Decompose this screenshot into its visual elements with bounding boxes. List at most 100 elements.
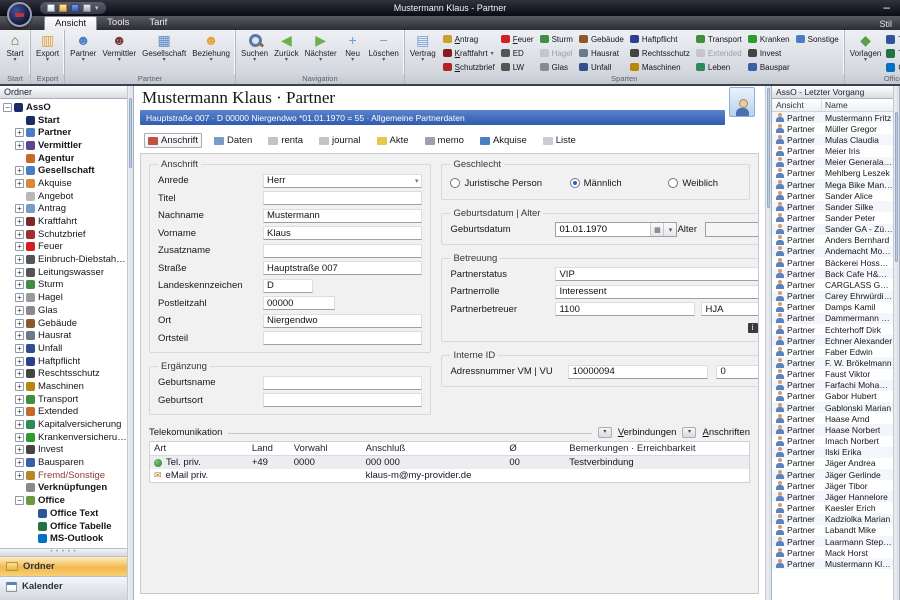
tree-item-office-tabelle[interactable]: Office Tabelle [0,520,127,533]
list-item-mehlberg-leszek[interactable]: PartnerMehlberg Leszek [772,168,893,179]
tree-item-hausrat[interactable]: +Hausrat [0,329,127,342]
list-item-mustermann-fritz[interactable]: PartnerMustermann Fritz [772,112,893,123]
verbindungen-dropdown-icon[interactable]: ▾ [598,427,612,438]
button-tabellen[interactable]: Tabellen [886,46,900,60]
tree-item-angebot[interactable]: Angebot [0,190,127,203]
list-item-laarmann-stephan[interactable]: PartnerLaarmann Stephan [772,536,893,547]
ortsteil-input[interactable] [263,331,422,345]
list-item-meier-generalagentu[interactable]: PartnerMeier Generalagentu... [772,157,893,168]
tree-item-ms-outlook[interactable]: MS-Outlook [0,532,127,545]
button-vertrag[interactable]: ▤Vertrag▾ [407,32,439,63]
tree-item-feuer[interactable]: +Feuer [0,241,127,254]
sparten-kranken[interactable]: Kranken [747,32,791,46]
zusatzname-input[interactable] [263,244,422,258]
expand-icon[interactable]: + [15,128,24,137]
tree-item-unfall[interactable]: +Unfall [0,342,127,355]
adressnummer-vm-input[interactable] [568,365,708,379]
expand-icon[interactable]: + [15,141,24,150]
radio-weiblich[interactable]: Weiblich [668,178,718,189]
sparten-leben[interactable]: Leben [695,60,743,74]
expand-icon[interactable]: + [15,217,24,226]
style-label[interactable]: Stil [879,19,892,29]
expand-icon[interactable]: + [15,433,24,442]
tab-journal[interactable]: journal [315,133,365,148]
geburtsname-input[interactable] [263,376,422,390]
tab-anschrift[interactable]: Anschrift [144,133,202,148]
list-item-sander-alice[interactable]: PartnerSander Alice [772,190,893,201]
tree-item-bausparen[interactable]: +Bausparen [0,456,127,469]
expand-icon[interactable]: + [15,420,24,429]
list-item-back-cafe-h-m-gb[interactable]: PartnerBack Cafe H&M Gb... [772,268,893,279]
tree-item-maschinen[interactable]: +Maschinen [0,380,127,393]
landeskennzeichen-input[interactable] [263,279,313,293]
tab-ansicht[interactable]: Ansicht [44,16,97,30]
tree-item-kraftfahrt[interactable]: +Kraftfahrt [0,215,127,228]
tab-tarif[interactable]: Tarif [139,16,177,30]
list-item-mustermann-klaus[interactable]: PartnerMustermann Klaus [772,558,893,569]
nachname-input[interactable] [263,209,422,223]
collapse-icon[interactable]: − [3,103,12,112]
expand-icon[interactable]: + [15,255,24,264]
list-item-imach-norbert[interactable]: PartnerImach Norbert [772,436,893,447]
tree-item-antrag[interactable]: +Antrag [0,203,127,216]
verbindungen-link[interactable]: Verbindungen [618,427,677,438]
list-item-carey-ehrw-rdiger-m[interactable]: PartnerCarey Ehrwürdiger M... [772,291,893,302]
list-item-farfachi-mohamed[interactable]: PartnerFarfachi Mohamed [772,380,893,391]
list-item-mulas-claudia[interactable]: PartnerMulas Claudia [772,134,893,145]
partnerrolle-select[interactable]: Interessent▾ [555,285,759,299]
tree-scrollbar[interactable] [127,86,134,600]
tree-item-reschtsschutz[interactable]: +Reschtsschutz [0,367,127,380]
geburtsort-input[interactable] [263,393,422,407]
telekom-row[interactable]: ✉eMail priv.klaus-m@my-provider.de [150,469,749,482]
expand-icon[interactable]: + [15,471,24,480]
tab-memo[interactable]: memo [421,133,468,148]
anrede-select[interactable]: Herr▾ [263,174,422,188]
tree-item-haftpflicht[interactable]: +Haftpflicht [0,355,127,368]
sparten-antrag[interactable]: Antrag [442,32,496,46]
list-item-haase-arnd[interactable]: PartnerHaase Arnd [772,413,893,424]
tree-item-kapitalversicherung[interactable]: +Kapitalversicherung [0,418,127,431]
sparten-maschinen[interactable]: Maschinen [629,60,691,74]
expand-icon[interactable]: + [15,445,24,454]
save-icon[interactable] [71,4,79,12]
print-icon[interactable] [83,4,91,12]
partnerbetreuer-code-select[interactable]: HJA▾ [701,302,759,316]
list-item-echner-alexander[interactable]: PartnerEchner Alexander [772,335,893,346]
tree-item-gesellschaft[interactable]: +Gesellschaft [0,164,127,177]
list-item-gablonski-marian[interactable]: PartnerGablonski Marian [772,402,893,413]
sparten-schutzbrief[interactable]: Schutzbrief [442,60,496,74]
button-gesellschaft[interactable]: ▦Gesellschaft▾ [139,32,189,63]
tree-item-transport[interactable]: +Transport [0,393,127,406]
radio-m-nnlich[interactable]: Männlich [570,178,669,189]
list-item-faust-viktor[interactable]: PartnerFaust Viktor [772,369,893,380]
tab-renta[interactable]: renta [264,133,307,148]
partnerbetreuer-input[interactable] [555,302,695,316]
sparten-invest[interactable]: Invest [747,46,791,60]
expand-icon[interactable]: + [15,230,24,239]
tree-item-schutzbrief[interactable]: +Schutzbrief [0,228,127,241]
telekom-row[interactable]: Tel. priv.+490000000 00000Testverbindung [150,456,749,469]
list-item-mega-bike-manasse[interactable]: PartnerMega Bike Manasse... [772,179,893,190]
list-item-j-ger-gerlinde[interactable]: PartnerJäger Gerlinde [772,469,893,480]
list-item-j-ger-andrea[interactable]: PartnerJäger Andrea [772,458,893,469]
list-item-labandt-mike[interactable]: PartnerLabandt Mike [772,525,893,536]
tab-daten[interactable]: Daten [210,133,256,148]
tree-item-sturm[interactable]: +Sturm [0,279,127,292]
list-item-andemacht-monika[interactable]: PartnerAndemacht Monika [772,246,893,257]
expand-icon[interactable]: + [15,319,24,328]
adressnummer-vu-input[interactable] [716,365,759,379]
vorgang-scrollbar[interactable] [893,86,900,600]
list-item-faber-edwin[interactable]: PartnerFaber Edwin [772,346,893,357]
anschriften-dropdown-icon[interactable]: ▾ [682,427,696,438]
button-l-schen[interactable]: −Löschen▾ [366,32,402,63]
partnerstatus-select[interactable]: VIP▾ [555,267,759,281]
scrollbar-thumb[interactable] [895,112,898,262]
minimize-button[interactable]: – [883,0,890,14]
ort-input[interactable] [263,314,422,328]
expand-icon[interactable]: + [15,179,24,188]
button-outlook[interactable]: Outlook [886,60,900,74]
titel-input[interactable] [263,191,422,205]
list-item-sander-ga-z-rich[interactable]: PartnerSander GA - Zürich-... [772,224,893,235]
expand-icon[interactable]: + [15,382,24,391]
tab-tools[interactable]: Tools [97,16,139,30]
